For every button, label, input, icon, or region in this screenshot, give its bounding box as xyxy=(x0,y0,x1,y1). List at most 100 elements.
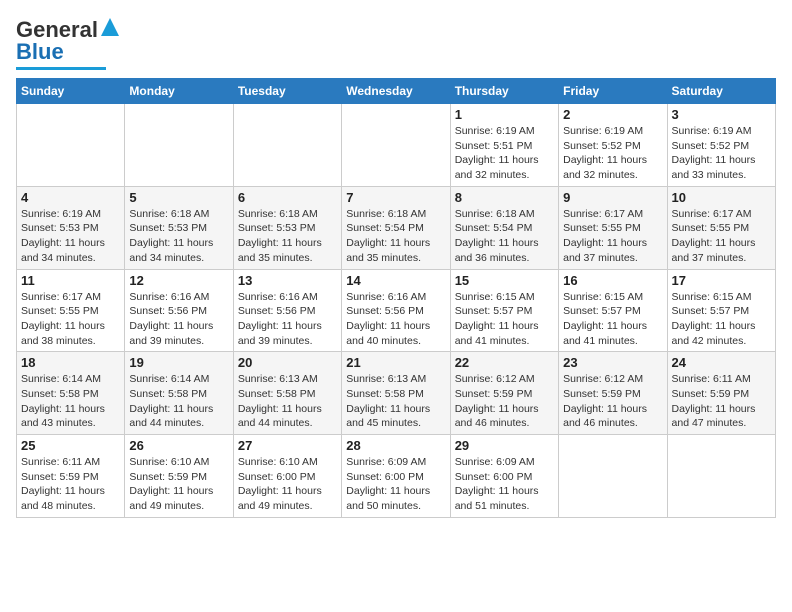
day-info: Sunrise: 6:16 AM Sunset: 5:56 PM Dayligh… xyxy=(238,290,337,349)
calendar-week-row: 11 Sunrise: 6:17 AM Sunset: 5:55 PM Dayli… xyxy=(17,269,776,352)
day-info: Sunrise: 6:17 AM Sunset: 5:55 PM Dayligh… xyxy=(21,290,120,349)
calendar-body: 1 Sunrise: 6:19 AM Sunset: 5:51 PM Daylig… xyxy=(17,104,776,518)
day-info: Sunrise: 6:12 AM Sunset: 5:59 PM Dayligh… xyxy=(563,372,662,431)
day-info: Sunrise: 6:11 AM Sunset: 5:59 PM Dayligh… xyxy=(21,455,120,514)
calendar-week-row: 25 Sunrise: 6:11 AM Sunset: 5:59 PM Dayli… xyxy=(17,435,776,518)
logo: General Blue xyxy=(16,16,121,70)
day-info: Sunrise: 6:12 AM Sunset: 5:59 PM Dayligh… xyxy=(455,372,554,431)
calendar-day-cell: 29Sunrise: 6:09 AM Sunset: 6:00 PM Dayli… xyxy=(450,435,558,518)
day-info: Sunrise: 6:18 AM Sunset: 5:53 PM Dayligh… xyxy=(129,207,228,266)
calendar-day-cell: 8 Sunrise: 6:18 AM Sunset: 5:54 PM Daylig… xyxy=(450,186,558,269)
calendar-day-cell xyxy=(233,104,341,187)
day-info: Sunrise: 6:16 AM Sunset: 5:56 PM Dayligh… xyxy=(346,290,445,349)
logo-underline xyxy=(16,67,106,70)
day-number: 21 xyxy=(346,355,445,370)
calendar-day-cell: 14 Sunrise: 6:16 AM Sunset: 5:56 PM Dayli… xyxy=(342,269,450,352)
day-info: Sunrise: 6:11 AM Sunset: 5:59 PM Dayligh… xyxy=(672,372,771,431)
day-info: Sunrise: 6:18 AM Sunset: 5:54 PM Dayligh… xyxy=(346,207,445,266)
calendar-day-cell: 3 Sunrise: 6:19 AM Sunset: 5:52 PM Daylig… xyxy=(667,104,775,187)
calendar-day-cell: 27 Sunrise: 6:10 AM Sunset: 6:00 PM Dayli… xyxy=(233,435,341,518)
calendar-day-cell: 26Sunrise: 6:10 AM Sunset: 5:59 PM Dayli… xyxy=(125,435,233,518)
weekday-header-cell: Wednesday xyxy=(342,79,450,104)
day-info: Sunrise: 6:14 AM Sunset: 5:58 PM Dayligh… xyxy=(21,372,120,431)
calendar-day-cell: 2 Sunrise: 6:19 AM Sunset: 5:52 PM Daylig… xyxy=(559,104,667,187)
day-number: 25 xyxy=(21,438,120,453)
weekday-header-row: SundayMondayTuesdayWednesdayThursdayFrid… xyxy=(17,79,776,104)
day-info: Sunrise: 6:13 AM Sunset: 5:58 PM Dayligh… xyxy=(238,372,337,431)
day-number: 17 xyxy=(672,273,771,288)
weekday-header-cell: Sunday xyxy=(17,79,125,104)
day-number: 20 xyxy=(238,355,337,370)
calendar-day-cell: 22 Sunrise: 6:12 AM Sunset: 5:59 PM Dayli… xyxy=(450,352,558,435)
calendar-day-cell: 15 Sunrise: 6:15 AM Sunset: 5:57 PM Dayli… xyxy=(450,269,558,352)
calendar-day-cell: 16 Sunrise: 6:15 AM Sunset: 5:57 PM Dayli… xyxy=(559,269,667,352)
calendar-day-cell: 13 Sunrise: 6:16 AM Sunset: 5:56 PM Dayli… xyxy=(233,269,341,352)
calendar-day-cell: 7 Sunrise: 6:18 AM Sunset: 5:54 PM Daylig… xyxy=(342,186,450,269)
calendar-day-cell: 10Sunrise: 6:17 AM Sunset: 5:55 PM Dayli… xyxy=(667,186,775,269)
day-number: 14 xyxy=(346,273,445,288)
calendar-week-row: 4 Sunrise: 6:19 AM Sunset: 5:53 PM Daylig… xyxy=(17,186,776,269)
day-number: 16 xyxy=(563,273,662,288)
day-number: 7 xyxy=(346,190,445,205)
calendar-day-cell: 6 Sunrise: 6:18 AM Sunset: 5:53 PM Daylig… xyxy=(233,186,341,269)
calendar-day-cell: 11 Sunrise: 6:17 AM Sunset: 5:55 PM Dayli… xyxy=(17,269,125,352)
day-number: 10 xyxy=(672,190,771,205)
logo-blue: Blue xyxy=(16,39,64,64)
calendar-day-cell xyxy=(559,435,667,518)
day-number: 18 xyxy=(21,355,120,370)
page-header: General Blue xyxy=(16,16,776,70)
day-number: 4 xyxy=(21,190,120,205)
calendar-day-cell: 5 Sunrise: 6:18 AM Sunset: 5:53 PM Daylig… xyxy=(125,186,233,269)
day-number: 6 xyxy=(238,190,337,205)
calendar-day-cell xyxy=(342,104,450,187)
calendar-week-row: 18 Sunrise: 6:14 AM Sunset: 5:58 PM Dayli… xyxy=(17,352,776,435)
calendar-day-cell: 4 Sunrise: 6:19 AM Sunset: 5:53 PM Daylig… xyxy=(17,186,125,269)
day-number: 19 xyxy=(129,355,228,370)
day-number: 15 xyxy=(455,273,554,288)
day-info: Sunrise: 6:19 AM Sunset: 5:52 PM Dayligh… xyxy=(563,124,662,183)
day-info: Sunrise: 6:13 AM Sunset: 5:58 PM Dayligh… xyxy=(346,372,445,431)
day-info: Sunrise: 6:10 AM Sunset: 6:00 PM Dayligh… xyxy=(238,455,337,514)
calendar-day-cell: 25 Sunrise: 6:11 AM Sunset: 5:59 PM Dayli… xyxy=(17,435,125,518)
day-number: 13 xyxy=(238,273,337,288)
day-number: 1 xyxy=(455,107,554,122)
calendar-day-cell: 21 Sunrise: 6:13 AM Sunset: 5:58 PM Dayli… xyxy=(342,352,450,435)
day-info: Sunrise: 6:15 AM Sunset: 5:57 PM Dayligh… xyxy=(563,290,662,349)
day-number: 22 xyxy=(455,355,554,370)
day-number: 8 xyxy=(455,190,554,205)
weekday-header-cell: Saturday xyxy=(667,79,775,104)
calendar-day-cell: 28Sunrise: 6:09 AM Sunset: 6:00 PM Dayli… xyxy=(342,435,450,518)
logo-arrow-icon xyxy=(99,16,121,43)
calendar-day-cell: 1 Sunrise: 6:19 AM Sunset: 5:51 PM Daylig… xyxy=(450,104,558,187)
weekday-header-cell: Friday xyxy=(559,79,667,104)
calendar-day-cell: 18 Sunrise: 6:14 AM Sunset: 5:58 PM Dayli… xyxy=(17,352,125,435)
day-info: Sunrise: 6:14 AM Sunset: 5:58 PM Dayligh… xyxy=(129,372,228,431)
calendar-day-cell xyxy=(17,104,125,187)
day-number: 3 xyxy=(672,107,771,122)
day-number: 24 xyxy=(672,355,771,370)
day-info: Sunrise: 6:15 AM Sunset: 5:57 PM Dayligh… xyxy=(672,290,771,349)
day-number: 23 xyxy=(563,355,662,370)
weekday-header-cell: Thursday xyxy=(450,79,558,104)
day-number: 2 xyxy=(563,107,662,122)
day-info: Sunrise: 6:19 AM Sunset: 5:51 PM Dayligh… xyxy=(455,124,554,183)
day-info: Sunrise: 6:18 AM Sunset: 5:53 PM Dayligh… xyxy=(238,207,337,266)
day-info: Sunrise: 6:18 AM Sunset: 5:54 PM Dayligh… xyxy=(455,207,554,266)
day-number: 29 xyxy=(455,438,554,453)
day-info: Sunrise: 6:19 AM Sunset: 5:52 PM Dayligh… xyxy=(672,124,771,183)
calendar-day-cell: 12 Sunrise: 6:16 AM Sunset: 5:56 PM Dayli… xyxy=(125,269,233,352)
day-info: Sunrise: 6:09 AM Sunset: 6:00 PM Dayligh… xyxy=(346,455,445,514)
day-info: Sunrise: 6:19 AM Sunset: 5:53 PM Dayligh… xyxy=(21,207,120,266)
day-number: 27 xyxy=(238,438,337,453)
day-info: Sunrise: 6:16 AM Sunset: 5:56 PM Dayligh… xyxy=(129,290,228,349)
day-number: 5 xyxy=(129,190,228,205)
calendar-day-cell xyxy=(667,435,775,518)
calendar-day-cell: 20 Sunrise: 6:13 AM Sunset: 5:58 PM Dayli… xyxy=(233,352,341,435)
day-info: Sunrise: 6:15 AM Sunset: 5:57 PM Dayligh… xyxy=(455,290,554,349)
day-number: 11 xyxy=(21,273,120,288)
calendar-day-cell: 9Sunrise: 6:17 AM Sunset: 5:55 PM Daylig… xyxy=(559,186,667,269)
weekday-header-cell: Tuesday xyxy=(233,79,341,104)
day-number: 12 xyxy=(129,273,228,288)
calendar-week-row: 1 Sunrise: 6:19 AM Sunset: 5:51 PM Daylig… xyxy=(17,104,776,187)
calendar-table: SundayMondayTuesdayWednesdayThursdayFrid… xyxy=(16,78,776,518)
